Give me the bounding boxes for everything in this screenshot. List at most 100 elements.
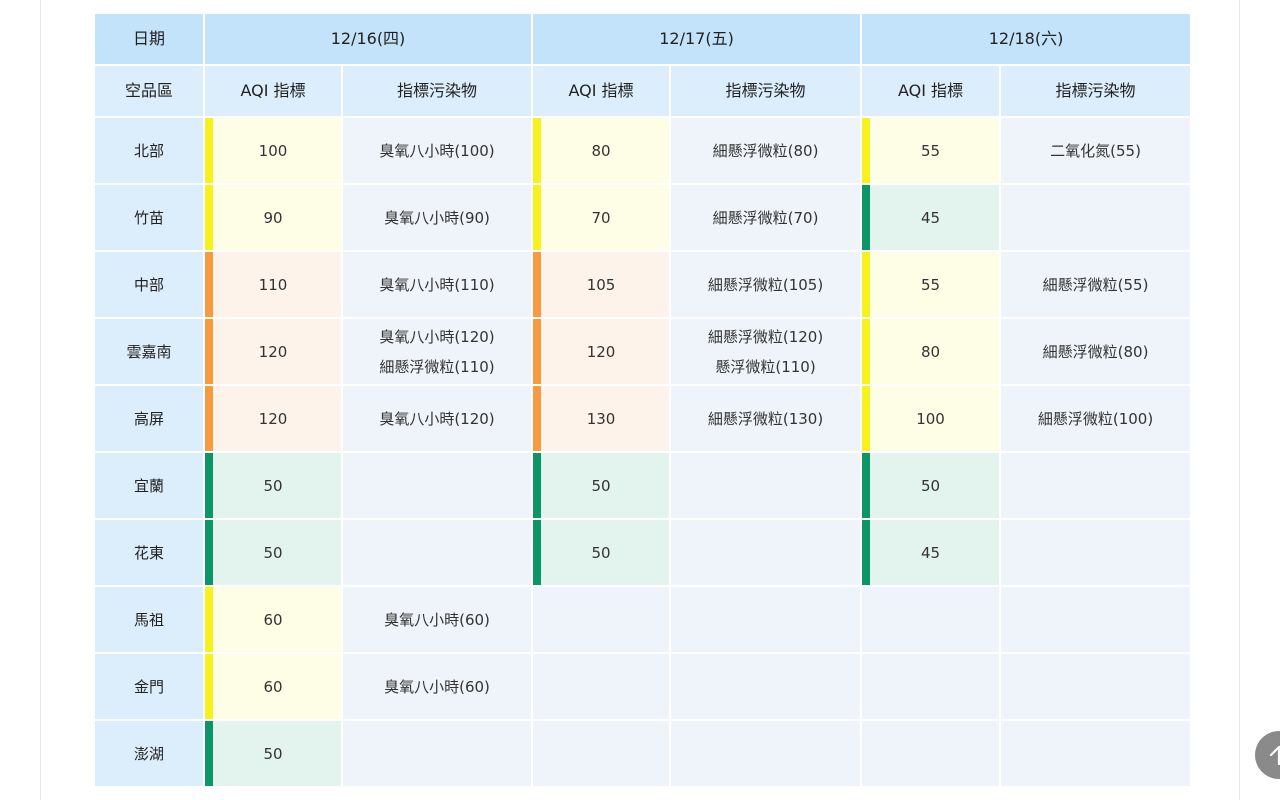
pollutant-cell bbox=[340, 518, 534, 587]
aqi-value: 80 bbox=[591, 141, 611, 160]
table-row: 竹苗 90 臭氧八小時(90) 70 細懸浮微粒(70) 45 bbox=[93, 183, 1193, 252]
region-cell: 馬祖 bbox=[93, 585, 205, 654]
date-header-day3: 12/18(六) bbox=[860, 12, 1193, 66]
pollutant-cell: 細懸浮微粒(120) 懸浮微粒(110) bbox=[669, 317, 863, 386]
aqi-value: 70 bbox=[591, 208, 611, 227]
pollutant-cell: 細懸浮微粒(100) bbox=[999, 384, 1193, 453]
date-header-row: 日期 12/16(四) 12/17(五) 12/18(六) bbox=[93, 12, 1193, 66]
header-pollutant-day2: 指標污染物 bbox=[669, 64, 863, 118]
pollutant-cell: 臭氧八小時(120) bbox=[340, 384, 534, 453]
pollutant-text: 細懸浮微粒(55) bbox=[1042, 275, 1149, 294]
aqi-value: 55 bbox=[920, 141, 941, 160]
aqi-value-cell: 50 bbox=[860, 451, 1002, 520]
aqi-value-cell: 60 bbox=[203, 652, 343, 721]
pollutant-text: 臭氧八小時(120) bbox=[379, 409, 495, 428]
aqi-level-bar bbox=[862, 386, 871, 451]
pollutant-cell bbox=[669, 518, 863, 587]
empty-cell bbox=[860, 585, 1002, 654]
empty-cell bbox=[669, 719, 863, 788]
aqi-value: 50 bbox=[263, 543, 283, 562]
aqi-value: 50 bbox=[920, 476, 941, 495]
aqi-level-bar bbox=[205, 386, 213, 451]
arrow-up-icon bbox=[1269, 745, 1280, 766]
aqi-value: 50 bbox=[263, 476, 283, 495]
aqi-value-cell: 105 bbox=[531, 250, 672, 319]
empty-cell bbox=[999, 719, 1193, 788]
header-aqi-day3: AQI 指標 bbox=[860, 64, 1002, 118]
aqi-value: 60 bbox=[263, 610, 283, 629]
aqi-value-cell: 120 bbox=[203, 317, 343, 386]
date-header-day1: 12/16(四) bbox=[202, 12, 534, 66]
scroll-to-top-button[interactable] bbox=[1255, 731, 1280, 779]
date-header-day2: 12/17(五) bbox=[531, 12, 863, 66]
pollutant-cell: 二氧化氮(55) bbox=[999, 116, 1193, 185]
aqi-value-cell: 100 bbox=[203, 116, 343, 185]
aqi-value-cell: 80 bbox=[531, 116, 672, 185]
pollutant-text: 臭氧八小時(90) bbox=[384, 208, 490, 227]
aqi-value-cell: 80 bbox=[860, 317, 1002, 386]
region-cell: 金門 bbox=[93, 652, 205, 721]
pollutant-text: 細懸浮微粒(110) bbox=[379, 357, 495, 376]
aqi-level-bar bbox=[533, 386, 542, 451]
pollutant-text: 細懸浮微粒(100) bbox=[1037, 409, 1154, 428]
pollutant-text: 二氧化氮(55) bbox=[1050, 141, 1141, 160]
aqi-value-cell: 120 bbox=[531, 317, 672, 386]
region-cell: 北部 bbox=[93, 116, 205, 185]
aqi-value: 100 bbox=[258, 141, 288, 160]
region-cell: 中部 bbox=[93, 250, 205, 319]
aqi-level-bar bbox=[533, 185, 542, 250]
region-cell: 竹苗 bbox=[93, 183, 205, 252]
table-row: 中部 110 臭氧八小時(110) 105 細懸浮微粒(105) 55 細懸浮微粒(55) bbox=[93, 250, 1193, 319]
pollutant-cell: 臭氧八小時(120) 細懸浮微粒(110) bbox=[340, 317, 534, 386]
aqi-level-bar bbox=[205, 453, 213, 518]
pollutant-cell: 細懸浮微粒(80) bbox=[669, 116, 863, 185]
pollutant-cell bbox=[340, 719, 534, 788]
aqi-value-cell: 50 bbox=[531, 451, 672, 520]
aqi-value: 130 bbox=[586, 409, 616, 428]
aqi-level-bar bbox=[533, 252, 542, 317]
table-row: 宜蘭 50 50 50 bbox=[93, 451, 1193, 520]
pollutant-text: 細懸浮微粒(80) bbox=[1042, 342, 1149, 361]
aqi-value-cell: 60 bbox=[203, 585, 343, 654]
aqi-value: 60 bbox=[263, 677, 283, 696]
aqi-value-cell: 55 bbox=[860, 116, 1002, 185]
empty-cell bbox=[669, 585, 863, 654]
region-cell: 花東 bbox=[93, 518, 205, 587]
pollutant-text: 臭氧八小時(60) bbox=[384, 610, 490, 629]
aqi-value-cell: 45 bbox=[860, 518, 1002, 587]
aqi-value: 105 bbox=[586, 275, 616, 294]
table-row: 花東 50 50 45 bbox=[93, 518, 1193, 587]
pollutant-cell: 細懸浮微粒(55) bbox=[999, 250, 1193, 319]
pollutant-text: 細懸浮微粒(80) bbox=[712, 141, 819, 160]
aqi-level-bar bbox=[862, 185, 871, 250]
header-date: 日期 bbox=[93, 12, 205, 66]
pollutant-text: 懸浮微粒(110) bbox=[715, 357, 816, 376]
aqi-value-cell: 70 bbox=[531, 183, 672, 252]
aqi-value-cell: 45 bbox=[860, 183, 1002, 252]
table-row: 高屏 120 臭氧八小時(120) 130 細懸浮微粒(130) 100 細懸浮微粒(100… bbox=[93, 384, 1193, 453]
header-area: 空品區 bbox=[93, 64, 205, 118]
aqi-value: 100 bbox=[916, 409, 945, 428]
pollutant-cell: 臭氧八小時(110) bbox=[340, 250, 534, 319]
pollutant-text: 臭氧八小時(100) bbox=[379, 141, 495, 160]
pollutant-text: 細懸浮微粒(105) bbox=[707, 275, 824, 294]
aqi-level-bar bbox=[205, 654, 213, 719]
page-container: 日期 12/16(四) 12/17(五) 12/18(六) 空品區 AQI 指標… bbox=[40, 0, 1280, 800]
aqi-value-cell: 120 bbox=[203, 384, 343, 453]
pollutant-cell: 細懸浮微粒(130) bbox=[669, 384, 863, 453]
aqi-level-bar bbox=[862, 319, 871, 384]
empty-cell bbox=[531, 585, 672, 654]
pollutant-text: 臭氧八小時(60) bbox=[384, 677, 490, 696]
header-pollutant-day1: 指標污染物 bbox=[340, 64, 534, 118]
aqi-level-bar bbox=[205, 721, 213, 786]
pollutant-text: 細懸浮微粒(130) bbox=[707, 409, 824, 428]
pollutant-text: 臭氧八小時(120) bbox=[379, 327, 495, 346]
empty-cell bbox=[531, 652, 672, 721]
aqi-value-cell: 50 bbox=[203, 518, 343, 587]
empty-cell bbox=[860, 652, 1002, 721]
pollutant-cell: 細懸浮微粒(105) bbox=[669, 250, 863, 319]
aqi-value: 50 bbox=[591, 543, 611, 562]
pollutant-cell: 臭氧八小時(60) bbox=[340, 585, 534, 654]
aqi-value-cell: 100 bbox=[860, 384, 1002, 453]
aqi-value: 55 bbox=[920, 275, 941, 294]
